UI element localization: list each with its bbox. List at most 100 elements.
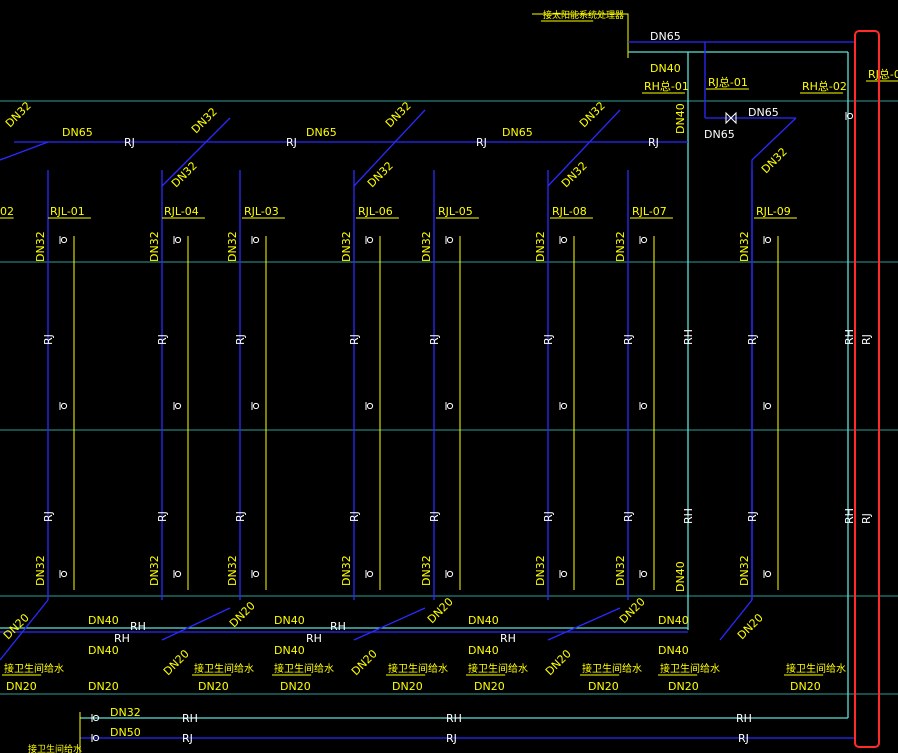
bottom-rh: RH [500, 632, 516, 645]
riser-dn32: DN32 [148, 555, 161, 586]
riser-rj: RJ [622, 511, 635, 522]
riser-top-dn32: DN32 [365, 159, 396, 190]
riser-top-dn32: DN32 [559, 159, 590, 190]
fitting-symbol [446, 402, 454, 410]
riser-rj: RJ [42, 334, 55, 345]
fitting-symbol [446, 570, 454, 578]
riser-rj: RJ [42, 511, 55, 522]
fitting-symbol [252, 236, 260, 244]
fixture-dn20: DN20 [198, 680, 229, 693]
riser-rj: RJ [428, 511, 441, 522]
valve-branch-size: DN65 [748, 106, 779, 119]
fitting-symbol [560, 402, 568, 410]
corner-partial-label: 接卫生间给水 [28, 743, 82, 753]
fixture-dn20: DN20 [588, 680, 619, 693]
bottom-rh: RH [330, 620, 346, 633]
fixture-dn20: DN20 [392, 680, 423, 693]
tag-rh-main-02: RH总-02 [802, 79, 847, 93]
riser-rj: RJ [348, 334, 361, 345]
riser-dn32: DN32 [34, 231, 47, 262]
fixture-label: 接卫生间给水 [582, 662, 642, 675]
bottom-main-dn50: DN50 [110, 726, 141, 739]
bottom-main-rj: RJ [738, 732, 749, 745]
riser-dn32: DN32 [148, 231, 161, 262]
fitting-symbol [252, 570, 260, 578]
fixture-label: 接卫生间给水 [660, 662, 720, 675]
fitting-symbol [446, 236, 454, 244]
riser-tag: RJL-01 [50, 205, 85, 218]
riser-rj: RJ [746, 334, 759, 345]
riser-rj: RJ [428, 334, 441, 345]
riser-rj: RJ [234, 511, 247, 522]
return-rh-lower: RH [682, 508, 695, 524]
fitting-symbol [640, 402, 648, 410]
bottom-dn40-2: DN40 [468, 644, 499, 657]
bottom-dn40: DN40 [88, 614, 119, 627]
riser-rj: RJ [234, 334, 247, 345]
bottom-dn40-2: DN40 [658, 644, 689, 657]
fixture-label: 接卫生间给水 [274, 662, 334, 675]
fitting-symbol [366, 570, 374, 578]
header-rj-tag: RJ [476, 136, 487, 149]
lower-size-label: DN65 [704, 128, 735, 141]
riser-tag-partial: 02 [0, 205, 14, 218]
diagonal-drop [161, 607, 231, 641]
riser-rj: RJ [348, 511, 361, 522]
fixture-dn20: DN20 [280, 680, 311, 693]
diagonal-dn32: DN32 [3, 99, 34, 130]
fixture-dn20: DN20 [474, 680, 505, 693]
fitting-symbol [366, 402, 374, 410]
fitting-symbol [60, 570, 68, 578]
fitting-symbol [640, 236, 648, 244]
riser-tag: RJL-09 [756, 205, 791, 218]
vertical-size-label: DN40 [674, 103, 687, 134]
riser-tag: RJL-06 [358, 205, 393, 218]
diagonal-dn20-low: DN20 [349, 647, 380, 678]
riser-dn32: DN32 [420, 555, 433, 586]
diagonal-drop [353, 607, 426, 641]
main-size-label: DN65 [650, 30, 681, 43]
diagonal-dn20: DN20 [227, 599, 258, 630]
diagonal-dn32: DN32 [383, 99, 414, 130]
fitting-symbol [252, 402, 260, 410]
riser-dn32: DN32 [34, 555, 47, 586]
bottom-main-rh: RH [446, 712, 462, 725]
bottom-dn40: DN40 [658, 614, 689, 627]
bottom-main-rh: RH [736, 712, 752, 725]
riser-dn32: DN32 [614, 555, 627, 586]
tag-rj-main-partial: RJ总-0 [868, 67, 898, 81]
bottom-main-rh: RH [182, 712, 198, 725]
diagonal-dn20: DN20 [617, 595, 648, 626]
fitting-symbol [764, 236, 772, 244]
fitting-symbol [174, 570, 182, 578]
fixture-label: 接卫生间给水 [194, 662, 254, 675]
bottom-dn40-2: DN40 [274, 644, 305, 657]
fixture-label: 接卫生间给水 [4, 662, 64, 675]
heater-label: 接太阳能系统处理器 [543, 9, 624, 21]
fitting-symbol [60, 236, 68, 244]
fitting-symbol [764, 570, 772, 578]
fixture-label: 接卫生间给水 [388, 662, 448, 675]
riser-rj: RJ [542, 334, 555, 345]
fixture-label: 接卫生间给水 [468, 662, 528, 675]
fixture-label: 接卫生间给水 [786, 662, 846, 675]
fixture-dn20: DN20 [6, 680, 37, 693]
diagonal-feed [0, 141, 49, 161]
fitting-symbol [640, 570, 648, 578]
right-rj-upper: RJ [860, 334, 873, 345]
riser-dn32: DN32 [534, 231, 547, 262]
branch-size-label: DN40 [650, 62, 681, 75]
fitting-symbol [560, 570, 568, 578]
riser-rj: RJ [622, 334, 635, 345]
return-dn40: DN40 [674, 561, 687, 592]
header-size-label: DN65 [306, 126, 337, 139]
diagonal-drop [547, 607, 621, 641]
riser-dn32: DN32 [534, 555, 547, 586]
return-rh-upper: RH [682, 329, 695, 345]
riser-rj: RJ [746, 511, 759, 522]
riser-dn32: DN32 [340, 555, 353, 586]
bottom-dn40: DN40 [468, 614, 499, 627]
fitting-symbol [174, 236, 182, 244]
bottom-dn40: DN40 [274, 614, 305, 627]
fixture-dn20: DN20 [88, 680, 119, 693]
